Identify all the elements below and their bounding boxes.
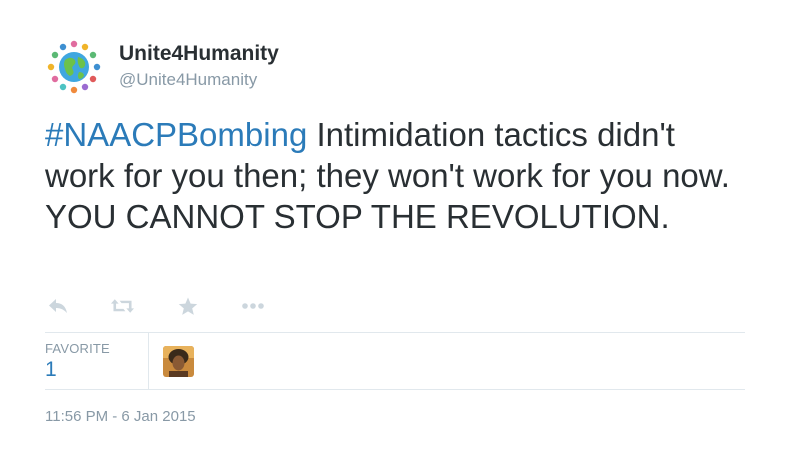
profile-avatar[interactable]	[45, 38, 103, 96]
favorite-stat-label: FAVORITE	[45, 341, 110, 356]
more-icon	[241, 303, 264, 309]
tweet-stats: FAVORITE 1	[45, 333, 745, 389]
user-display-name[interactable]: Unite4Humanity	[119, 42, 279, 66]
hashtag-link[interactable]: #NAACPBombing	[45, 116, 307, 153]
tweet-card: Unite4Humanity @Unite4Humanity #NAACPBom…	[0, 0, 789, 449]
retweet-icon	[110, 299, 135, 313]
favorite-stat-count[interactable]: 1	[45, 358, 57, 382]
retweet-button[interactable]	[110, 294, 135, 319]
stats-bottom-divider	[45, 389, 745, 390]
reply-icon	[48, 299, 67, 313]
more-button[interactable]	[240, 294, 265, 319]
stats-separator	[148, 333, 149, 389]
favoriter-avatar[interactable]	[163, 346, 194, 377]
tweet-text: #NAACPBombing Intimidation tactics didn'…	[45, 114, 745, 237]
favorite-icon	[178, 297, 197, 315]
favorite-button[interactable]	[175, 294, 200, 319]
user-handle[interactable]: @Unite4Humanity	[119, 70, 257, 90]
user-photo-icon	[163, 346, 194, 377]
reply-button[interactable]	[45, 294, 70, 319]
globe-avatar-icon	[45, 38, 103, 96]
tweet-timestamp[interactable]: 11:56 PM - 6 Jan 2015	[45, 408, 196, 425]
tweet-actions	[45, 292, 305, 320]
